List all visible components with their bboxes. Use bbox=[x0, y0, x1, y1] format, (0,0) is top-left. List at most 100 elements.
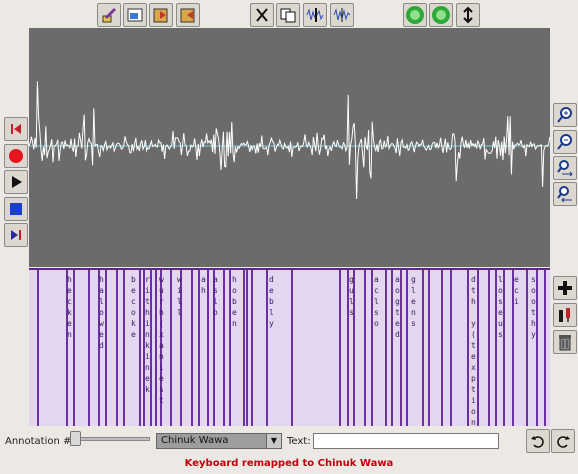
vertical-resize-icon bbox=[463, 6, 473, 24]
record-button[interactable] bbox=[4, 144, 28, 168]
copy-icon bbox=[280, 8, 296, 23]
waveform-display[interactable] bbox=[28, 28, 551, 267]
segment-boundary[interactable] bbox=[364, 270, 366, 426]
annotation-panel[interactable]: h e c k e nh a l o w e db e c o k er i t… bbox=[29, 268, 550, 426]
segment-boundary[interactable] bbox=[450, 270, 452, 426]
green-circle-button-1[interactable] bbox=[403, 3, 427, 27]
play-button[interactable] bbox=[4, 170, 28, 194]
zoom-in-button[interactable] bbox=[553, 103, 577, 127]
annotation-segment[interactable]: l o s e u s bbox=[498, 274, 508, 340]
segment-boundary[interactable] bbox=[223, 270, 225, 426]
trash-button[interactable] bbox=[553, 330, 577, 354]
segment-boundary[interactable] bbox=[170, 270, 172, 426]
join-waveform-button[interactable] bbox=[330, 3, 354, 27]
segment-boundary[interactable] bbox=[88, 270, 90, 426]
segment-boundary[interactable] bbox=[391, 270, 393, 426]
segment-boundary[interactable] bbox=[339, 270, 341, 426]
language-dropdown-value: Chinuk Wawa bbox=[161, 435, 229, 446]
segment-boundary[interactable] bbox=[422, 270, 424, 426]
annotation-segment[interactable]: h a l o w e d bbox=[99, 274, 109, 351]
skip-to-start-button[interactable] bbox=[4, 117, 28, 141]
redo-button[interactable] bbox=[551, 429, 575, 453]
annotation-segment[interactable]: g u l s bbox=[349, 274, 359, 318]
segment-boundary[interactable] bbox=[251, 270, 253, 426]
skip-to-end-icon bbox=[11, 230, 21, 240]
book-import-button[interactable] bbox=[176, 3, 200, 27]
annotation-segment[interactable]: w u r h ( x a n i e s t bbox=[159, 274, 169, 406]
annotation-segment[interactable]: b e c o k e bbox=[131, 274, 141, 340]
annotation-segment[interactable]: a h bbox=[201, 274, 211, 296]
add-button[interactable] bbox=[553, 276, 577, 300]
annotation-segment[interactable]: r i t h i n k i n e k bbox=[145, 274, 155, 395]
zoom-horizontal-out-button[interactable] bbox=[553, 182, 577, 206]
tools-button[interactable] bbox=[553, 303, 577, 327]
book-export-button[interactable] bbox=[149, 3, 173, 27]
annotation-slider-thumb[interactable] bbox=[70, 431, 81, 446]
copy-button[interactable] bbox=[276, 3, 300, 27]
annotation-number-label: Annotation #: bbox=[5, 436, 75, 447]
segment-boundary[interactable] bbox=[191, 270, 193, 426]
trash-icon bbox=[559, 335, 571, 351]
segment-boundary[interactable] bbox=[291, 270, 293, 426]
edit-pencil-icon bbox=[102, 7, 117, 23]
segment-boundary[interactable] bbox=[428, 270, 430, 426]
stop-button[interactable] bbox=[4, 197, 28, 221]
edit-pencil-button[interactable] bbox=[97, 3, 121, 27]
tools-icon bbox=[559, 308, 570, 322]
annotation-segment[interactable]: g l e n s bbox=[411, 274, 421, 329]
language-dropdown[interactable]: Chinuk Wawa ▼ bbox=[156, 433, 282, 449]
segment-boundary[interactable] bbox=[526, 270, 528, 426]
segment-boundary[interactable] bbox=[198, 270, 200, 426]
annotation-segment[interactable]: d t h y ( t e x p t i o n ) bbox=[471, 274, 481, 426]
segment-boundary[interactable] bbox=[495, 270, 497, 426]
image-button[interactable] bbox=[123, 3, 147, 27]
vertical-resize-button[interactable] bbox=[456, 3, 480, 27]
segment-boundary[interactable] bbox=[266, 270, 268, 426]
zoom-out-icon bbox=[557, 134, 572, 150]
annotation-segment[interactable]: s o o t h y bbox=[531, 274, 541, 340]
green-circle-icon bbox=[406, 6, 424, 24]
annotation-segment[interactable]: e c i bbox=[514, 274, 524, 307]
segment-boundary[interactable] bbox=[243, 270, 245, 426]
segment-boundary[interactable] bbox=[371, 270, 373, 426]
split-waveform-button[interactable] bbox=[303, 3, 327, 27]
segment-boundary[interactable] bbox=[229, 270, 231, 426]
annotation-segment[interactable]: a c l s o bbox=[374, 274, 384, 329]
zoom-in-icon bbox=[557, 107, 572, 123]
annotation-segment[interactable]: h e c k e n bbox=[67, 274, 77, 340]
add-icon bbox=[558, 281, 572, 295]
join-waveform-icon bbox=[333, 8, 351, 22]
undo-button[interactable] bbox=[526, 429, 550, 453]
cut-button[interactable] bbox=[250, 3, 274, 27]
segment-boundary[interactable] bbox=[123, 270, 125, 426]
skip-to-start-icon bbox=[11, 124, 21, 134]
image-icon bbox=[127, 8, 143, 22]
skip-to-end-button[interactable] bbox=[4, 223, 28, 247]
annotation-slider-track[interactable] bbox=[71, 437, 150, 441]
annotation-text-input[interactable] bbox=[313, 433, 499, 449]
segment-boundary[interactable] bbox=[467, 270, 469, 426]
segment-boundary[interactable] bbox=[155, 270, 157, 426]
redo-icon bbox=[557, 436, 570, 448]
zoom-horizontal-in-icon bbox=[557, 160, 573, 177]
annotation-segment[interactable]: a s l o bbox=[213, 274, 223, 318]
annotation-segment[interactable]: h o b e n bbox=[232, 274, 242, 329]
book-import-icon bbox=[180, 8, 195, 23]
segment-boundary[interactable] bbox=[37, 270, 39, 426]
status-message: Keyboard remapped to Chinuk Wawa bbox=[184, 458, 394, 469]
segment-boundary[interactable] bbox=[441, 270, 443, 426]
zoom-horizontal-in-button[interactable] bbox=[553, 156, 577, 180]
chevron-down-icon[interactable]: ▼ bbox=[266, 434, 281, 448]
annotation-segment[interactable]: d e b l y bbox=[269, 274, 279, 329]
annotation-segment[interactable]: a o g t e d bbox=[395, 274, 405, 340]
segment-boundary[interactable] bbox=[385, 270, 387, 426]
segment-boundary[interactable] bbox=[116, 270, 118, 426]
green-circle-button-2[interactable] bbox=[429, 3, 453, 27]
segment-boundary[interactable] bbox=[406, 270, 408, 426]
segment-boundary[interactable] bbox=[488, 270, 490, 426]
segment-boundary[interactable] bbox=[544, 270, 546, 426]
zoom-out-button[interactable] bbox=[553, 130, 577, 154]
green-circle-icon bbox=[432, 6, 450, 24]
segment-boundary[interactable] bbox=[246, 270, 248, 426]
annotation-segment[interactable]: w i l l bbox=[177, 274, 187, 318]
